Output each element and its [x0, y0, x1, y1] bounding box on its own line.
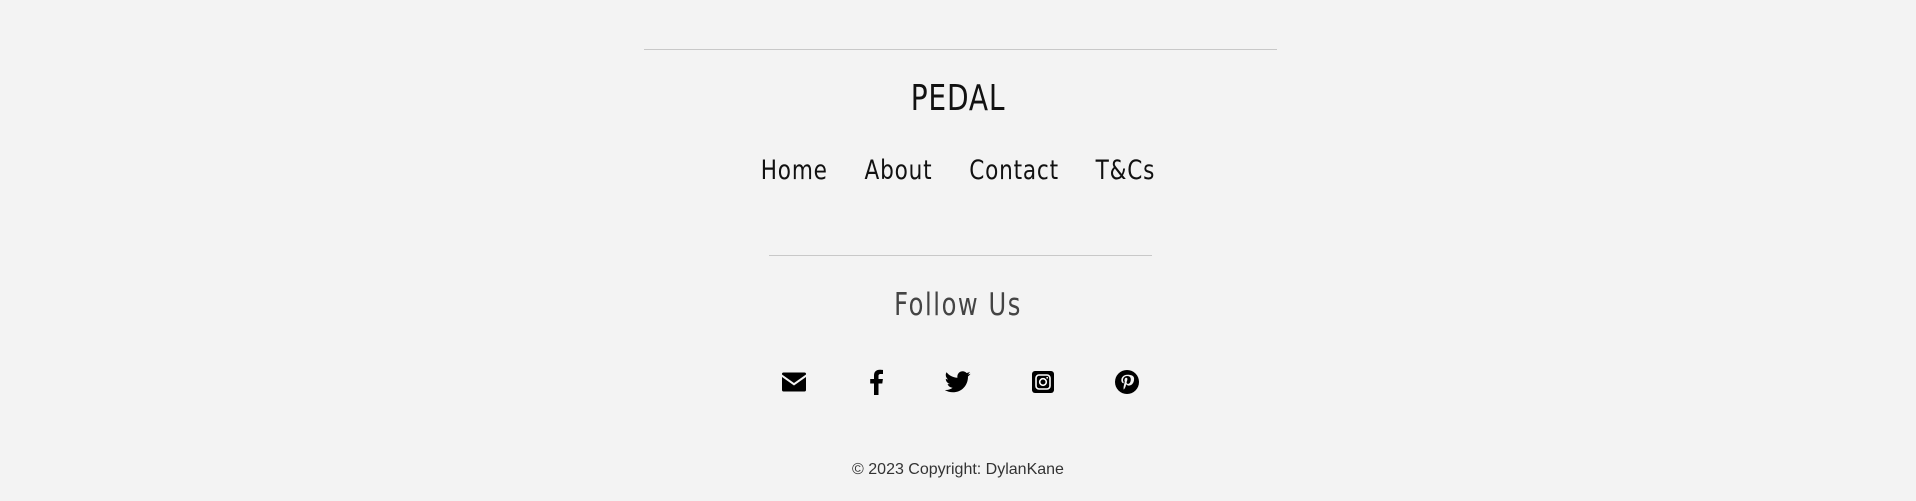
- twitter-icon: [945, 371, 971, 393]
- top-divider: [644, 49, 1277, 50]
- pinterest-link[interactable]: [1111, 366, 1143, 398]
- instagram-icon: [1032, 371, 1054, 393]
- facebook-link[interactable]: [860, 366, 892, 398]
- copyright-text: © 2023 Copyright: DylanKane: [852, 461, 1064, 478]
- footer-nav: Home About Contact T&Cs: [192, 155, 1725, 186]
- follow-us-heading: Follow Us: [894, 287, 1022, 323]
- nav-link-home[interactable]: Home: [756, 155, 833, 186]
- pinterest-icon: [1115, 370, 1139, 394]
- middle-divider: [769, 255, 1152, 256]
- social-links: [0, 366, 1916, 398]
- twitter-link[interactable]: [942, 366, 974, 398]
- email-link[interactable]: [778, 366, 810, 398]
- nav-link-contact[interactable]: Contact: [964, 155, 1063, 186]
- nav-link-about[interactable]: About: [860, 155, 937, 186]
- nav-link-terms[interactable]: T&Cs: [1091, 155, 1160, 186]
- brand-logo-text[interactable]: PEDAL: [211, 78, 1705, 119]
- envelope-icon: [781, 372, 807, 392]
- facebook-icon: [868, 369, 884, 395]
- site-footer: PEDAL Home About Contact T&Cs Follow Us: [0, 0, 1916, 501]
- instagram-link[interactable]: [1027, 366, 1059, 398]
